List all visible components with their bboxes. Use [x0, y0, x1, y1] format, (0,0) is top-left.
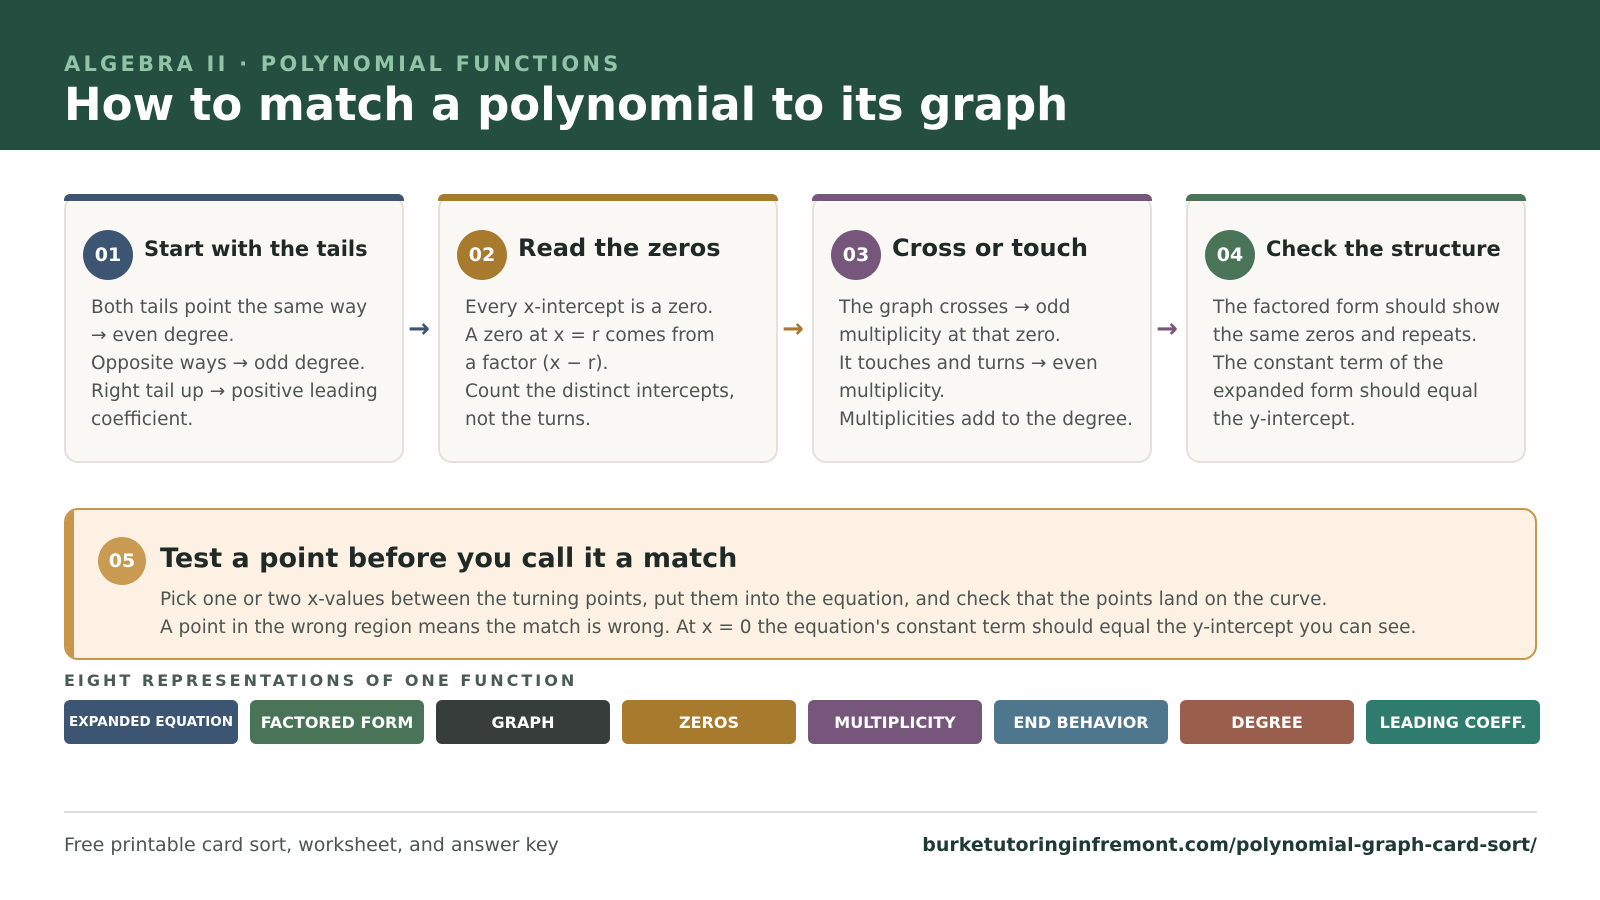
- footer-description: Free printable card sort, worksheet, and…: [64, 834, 559, 856]
- representation-pill-factored-form[interactable]: FACTORED FORM: [250, 700, 424, 744]
- representation-pill-zeros[interactable]: ZEROS: [622, 700, 796, 744]
- representation-pill-multiplicity[interactable]: MULTIPLICITY: [808, 700, 982, 744]
- representation-pill-graph[interactable]: GRAPH: [436, 700, 610, 744]
- footer-url-link[interactable]: burketutoringinfremont.com/polynomial-gr…: [922, 834, 1537, 856]
- representation-pill-degree[interactable]: DEGREE: [1180, 700, 1354, 744]
- representation-pill-expanded-equation[interactable]: EXPANDED EQUATION: [64, 700, 238, 744]
- representation-pill-leading-coeff[interactable]: LEADING COEFF.: [1366, 700, 1540, 744]
- footer-divider: [64, 811, 1537, 813]
- representation-pill-end-behavior[interactable]: END BEHAVIOR: [994, 700, 1168, 744]
- representation-pills: EXPANDED EQUATION FACTORED FORM GRAPH ZEROS…: [0, 0, 1600, 760]
